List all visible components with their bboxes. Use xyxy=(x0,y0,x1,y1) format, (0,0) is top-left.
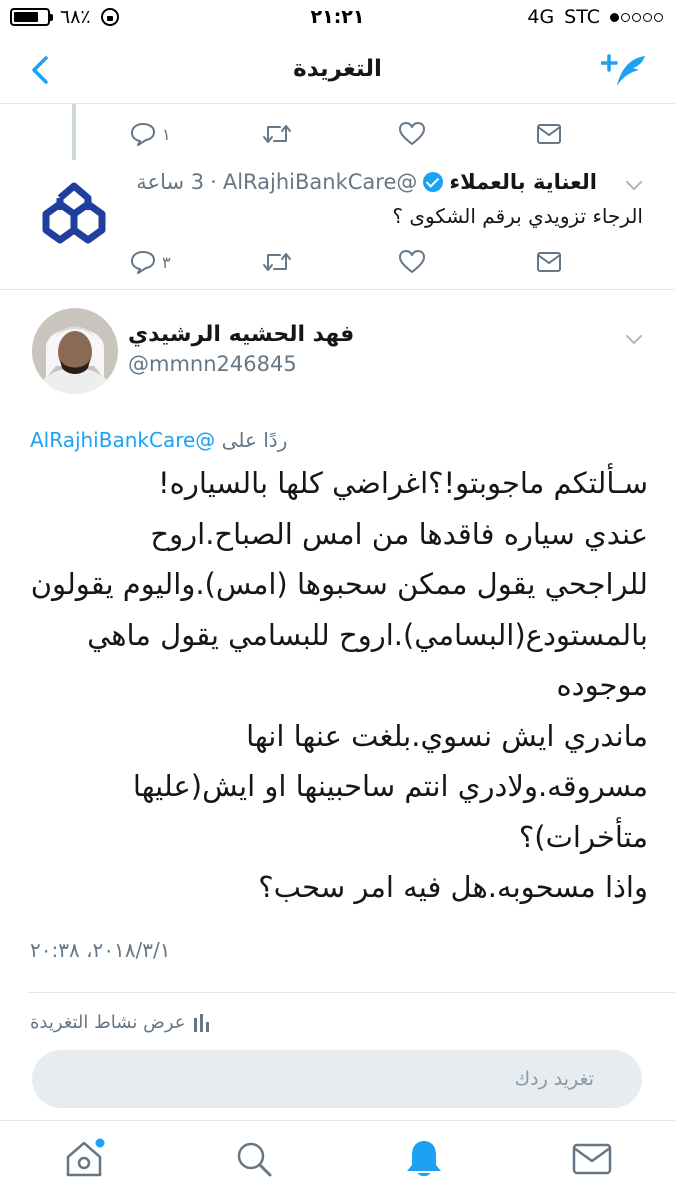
dot-separator: · xyxy=(210,170,217,194)
mail-icon xyxy=(537,124,561,144)
reply-action[interactable]: ١ xyxy=(130,116,171,152)
user-avatar[interactable] xyxy=(32,308,118,394)
tweet-timestamp: ٢٠١٨/٣/١، ٢٠:٣٨ xyxy=(30,938,171,962)
tweet-line: سـألتكم ماجوبتو!؟اغراضي كلها بالسياره! xyxy=(158,466,648,500)
reply-action[interactable]: ٣ xyxy=(130,244,171,280)
divider xyxy=(28,992,675,993)
thread-connector-line xyxy=(72,104,76,160)
network-type: 4G xyxy=(527,6,555,28)
carrier-name: STC xyxy=(564,6,600,28)
nav-bar: التغريدة xyxy=(0,36,675,104)
replying-to-mention[interactable]: @AlRajhiBankCare xyxy=(30,428,215,452)
reply-input[interactable] xyxy=(114,1062,594,1096)
reply-count: ١ xyxy=(162,124,171,144)
tweet-line: موجوده xyxy=(556,668,648,702)
tweet-line: ماندري ايش نسوي.بلغت عنها انها xyxy=(246,718,648,753)
reply-icon xyxy=(131,123,155,146)
like-action[interactable] xyxy=(398,116,426,152)
notifications-bell-icon[interactable] xyxy=(402,1137,446,1181)
tweet-line: عندي سياره فاقدها من امس الصباح.اروح xyxy=(150,516,648,551)
heart-icon xyxy=(399,250,425,273)
replying-to-label: ردًا على xyxy=(221,428,288,452)
tweet-time: 3 ساعة xyxy=(136,170,205,194)
direct-message-action[interactable] xyxy=(536,116,562,152)
status-bar: ٦٨٪ ٢١:٢١ 4G STC xyxy=(0,0,675,36)
reply-tweet-header: العناية بالعملاء @AlRajhiBankCare · 3 سا… xyxy=(136,170,597,194)
tweet-line: واذا مسحوبه.هل فيه امر سحب؟ xyxy=(258,870,648,904)
main-tweet-header: فهد الحشيه الرشيدي @mmnn246845 xyxy=(0,290,675,400)
replying-to: ردًا على @AlRajhiBankCare xyxy=(30,428,287,452)
previous-tweet-actions: ١ xyxy=(128,116,568,152)
tweet-line: مسروقه.ولادري انتم ساحبينها او ايش(عليها xyxy=(132,769,648,803)
author-handle[interactable]: @AlRajhiBankCare xyxy=(223,170,418,194)
main-tweet-text: سـألتكم ماجوبتو!؟اغراضي كلها بالسياره! ع… xyxy=(26,458,648,913)
search-icon[interactable] xyxy=(232,1137,276,1181)
retweet-action[interactable] xyxy=(262,244,292,280)
tweet-line: متأخرات)؟ xyxy=(518,819,648,854)
verified-badge-icon xyxy=(423,172,444,192)
view-tweet-activity-link[interactable]: عرض نشاط التغريدة xyxy=(30,1012,209,1033)
heart-icon xyxy=(399,122,425,145)
tweet-line: بالمستودع(البسامي).اروح للبسامي يقول ماه… xyxy=(87,617,648,652)
reply-tweet-actions: ٣ xyxy=(128,244,568,280)
bottom-tab-bar xyxy=(0,1120,675,1200)
reply-compose-box[interactable] xyxy=(32,1050,642,1108)
author-name[interactable]: فهد الحشيه الرشيدي xyxy=(128,322,354,347)
messages-icon[interactable] xyxy=(570,1137,614,1181)
page-title: التغريدة xyxy=(293,56,382,82)
compose-tweet-icon[interactable] xyxy=(601,50,649,90)
retweet-icon xyxy=(263,125,291,143)
signal-strength-icon xyxy=(610,12,663,22)
author-handle[interactable]: @mmnn246845 xyxy=(128,352,297,376)
bank-logo-avatar[interactable] xyxy=(38,180,110,252)
mail-icon xyxy=(537,252,561,272)
like-action[interactable] xyxy=(398,244,426,280)
direct-message-action[interactable] xyxy=(536,244,562,280)
retweet-icon xyxy=(263,253,291,271)
reply-icon xyxy=(131,251,155,274)
reply-tweet-text: الرجاء تزويدي برقم الشكوى ؟ xyxy=(392,204,643,228)
retweet-action[interactable] xyxy=(262,116,292,152)
analytics-bars-icon xyxy=(193,1013,209,1032)
chevron-down-icon[interactable] xyxy=(623,328,645,350)
chevron-down-icon[interactable] xyxy=(623,174,645,196)
home-icon[interactable] xyxy=(62,1137,106,1181)
author-name[interactable]: العناية بالعملاء xyxy=(449,170,597,194)
tweet-line: للراجحي يقول ممكن سحبوها (امس).واليوم يق… xyxy=(30,567,648,601)
reply-count: ٣ xyxy=(162,252,171,272)
activity-label: عرض نشاط التغريدة xyxy=(30,1012,186,1033)
